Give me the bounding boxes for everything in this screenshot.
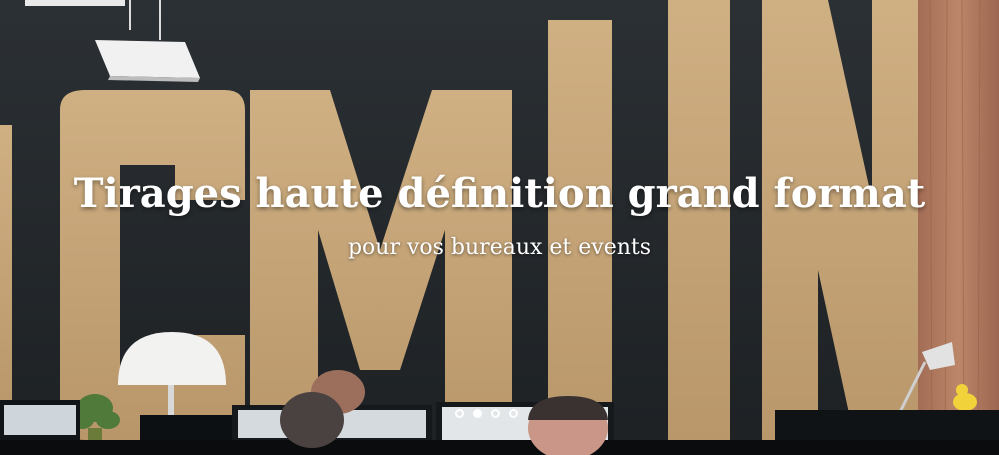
carousel-dot-1[interactable]: [455, 409, 464, 418]
hero-subtitle: pour vos bureaux et events: [347, 235, 652, 260]
hero-caption: Tirages haute définition grand format po…: [0, 170, 999, 260]
carousel-indicators: [0, 409, 999, 418]
carousel-dot-2[interactable]: [473, 409, 482, 418]
carousel-dot-4[interactable]: [509, 409, 518, 418]
hero-slider: Tirages haute définition grand format po…: [0, 0, 999, 455]
carousel-dot-3[interactable]: [491, 409, 500, 418]
hero-title: Tirages haute définition grand format: [73, 170, 926, 217]
